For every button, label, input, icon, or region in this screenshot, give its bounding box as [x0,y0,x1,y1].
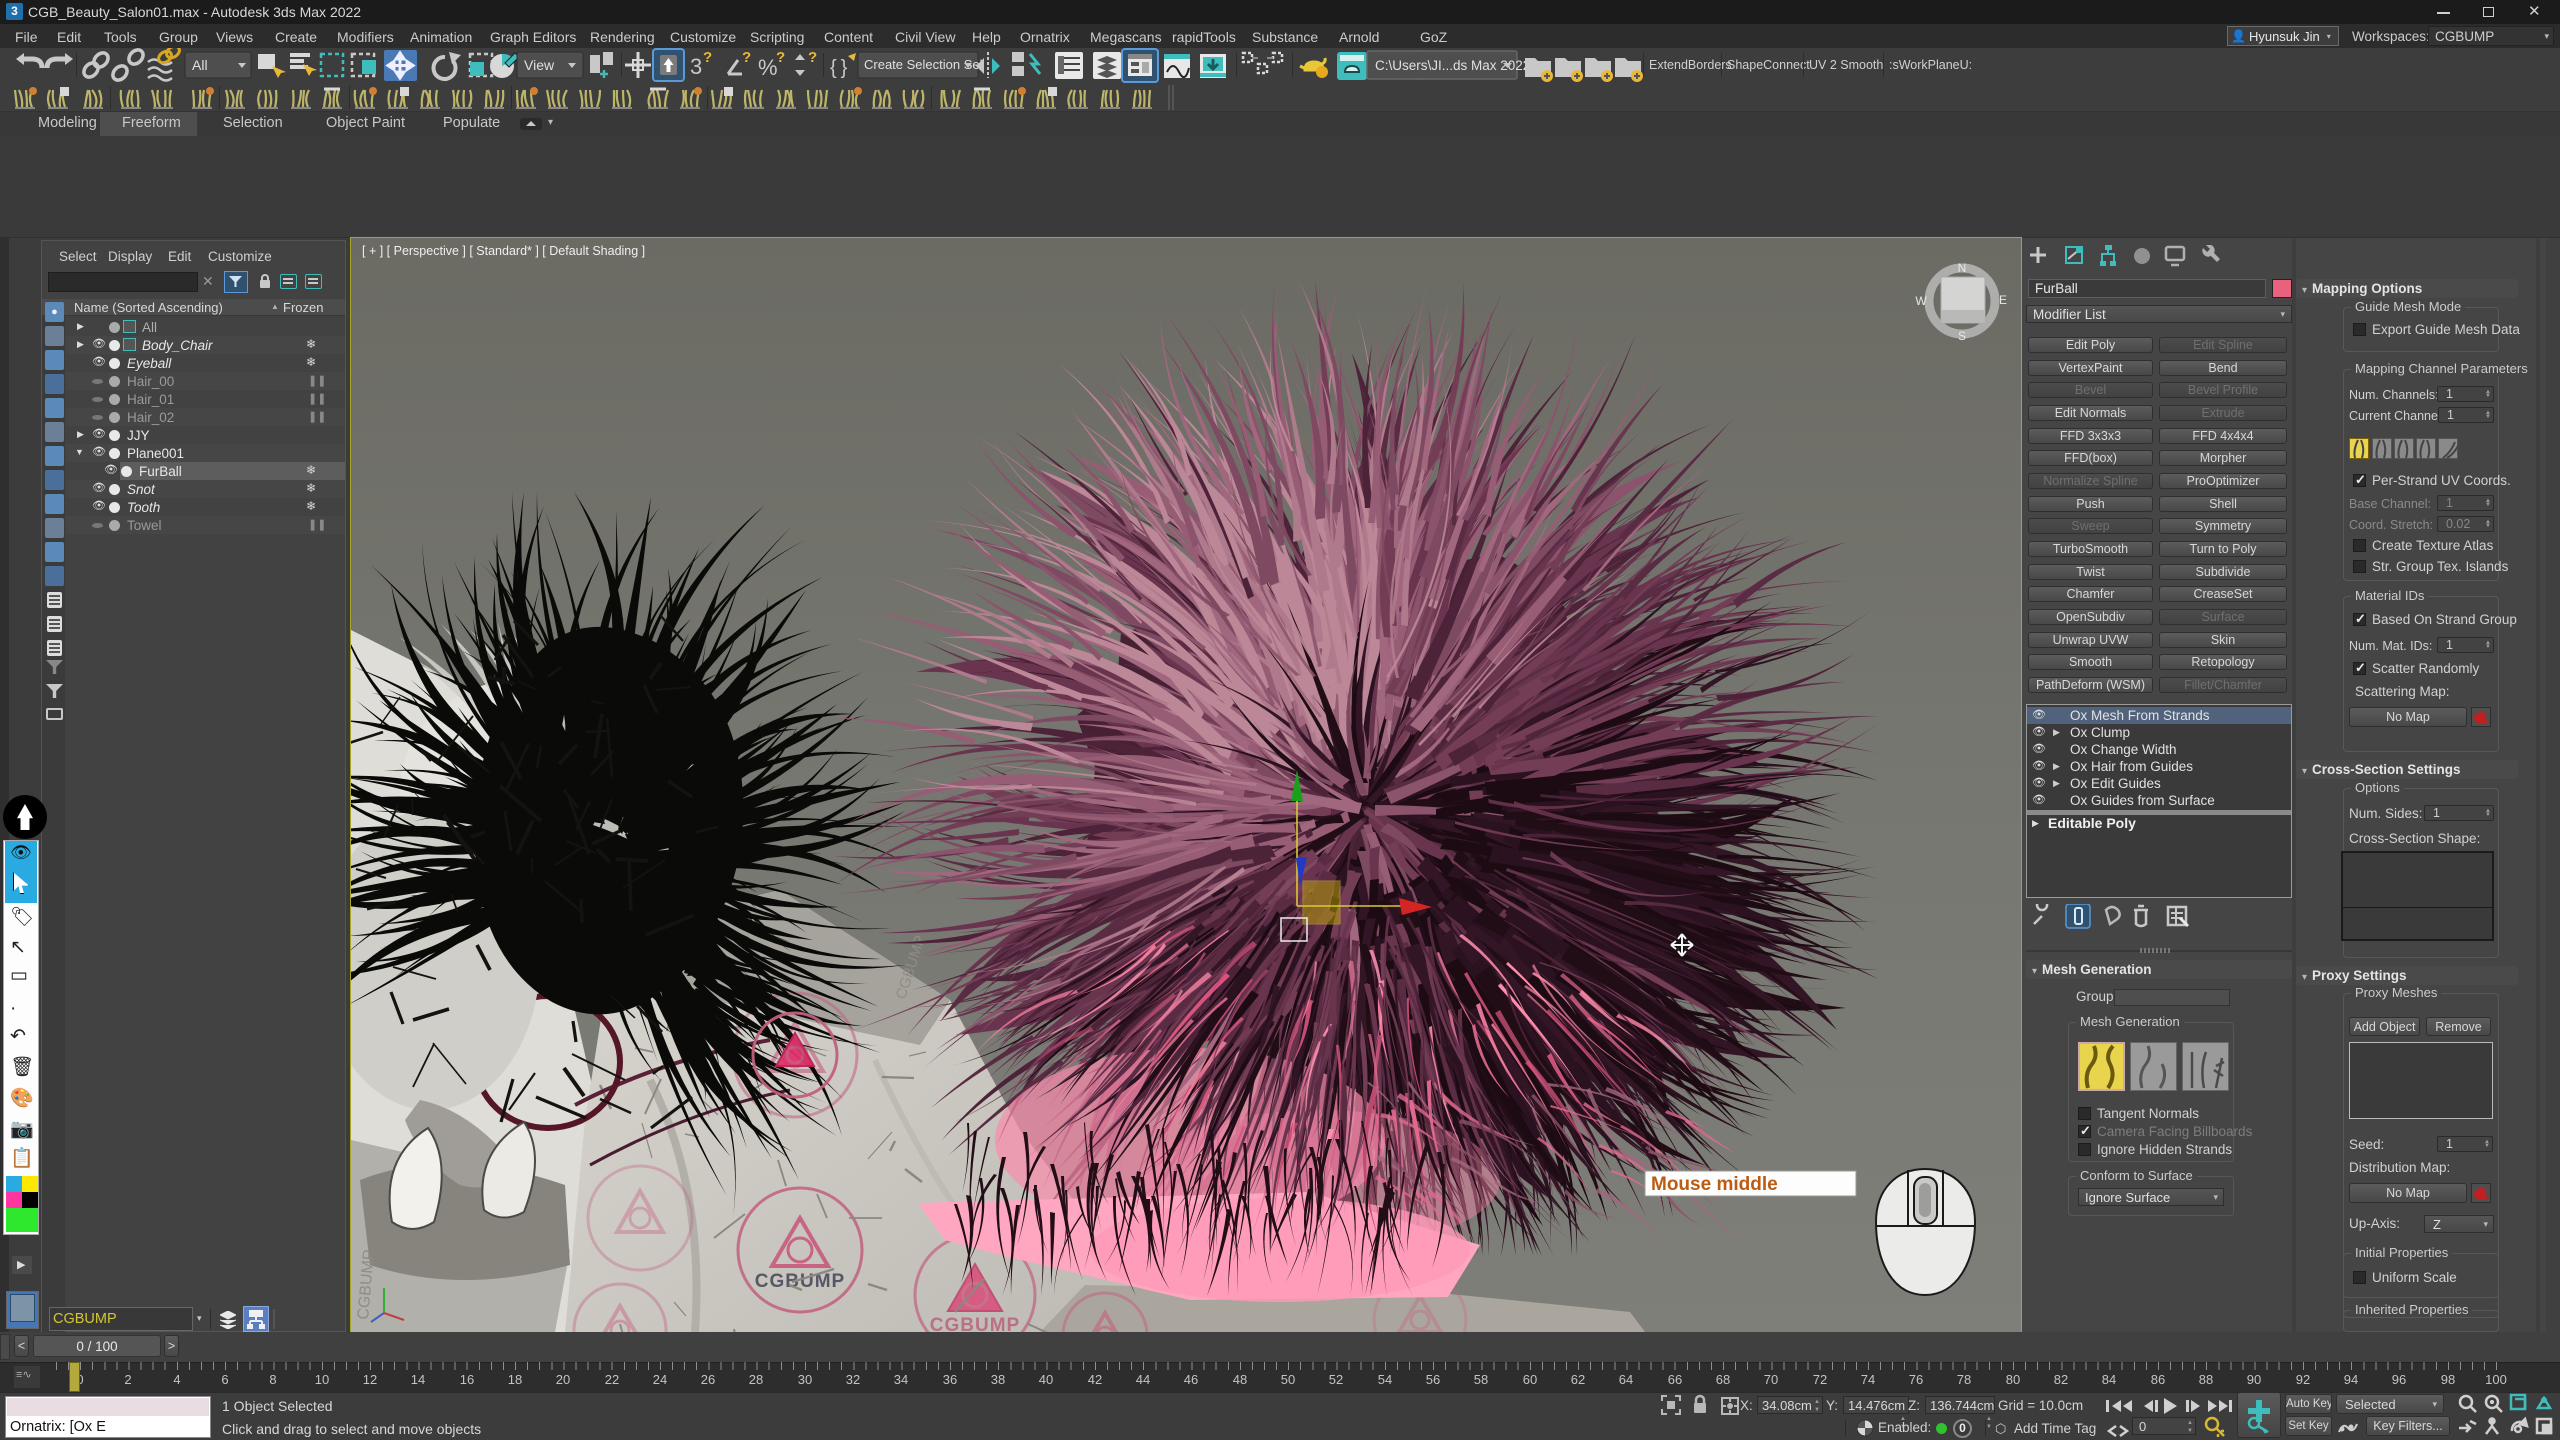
svg-text:[ + ] [ Perspective ] [ Standa: [ + ] [ Perspective ] [ Standard* ] [ De… [362,244,645,258]
svg-text:Create Selection Se​l: Create Selection Se​l [864,57,983,72]
svg-text:?: ? [703,49,712,66]
svg-text:N: N [1958,261,1967,275]
svg-text:S: S [1958,329,1966,343]
svg-text:CGBUMP: CGBUMP [930,1315,1020,1332]
svg-text:?: ? [808,49,817,66]
svg-text:W: W [1915,294,1927,308]
svg-text:{ }: { } [830,57,848,79]
svg-text:Mouse middle: Mouse middle [1651,1174,1778,1195]
svg-text:E: E [1999,293,2007,307]
svg-text:3: 3 [690,54,702,79]
svg-text:View: View [524,57,555,73]
svg-text:?: ? [742,49,751,66]
svg-text:?: ? [776,49,785,66]
svg-text:%: % [758,55,778,80]
svg-text:All: All [192,57,208,73]
